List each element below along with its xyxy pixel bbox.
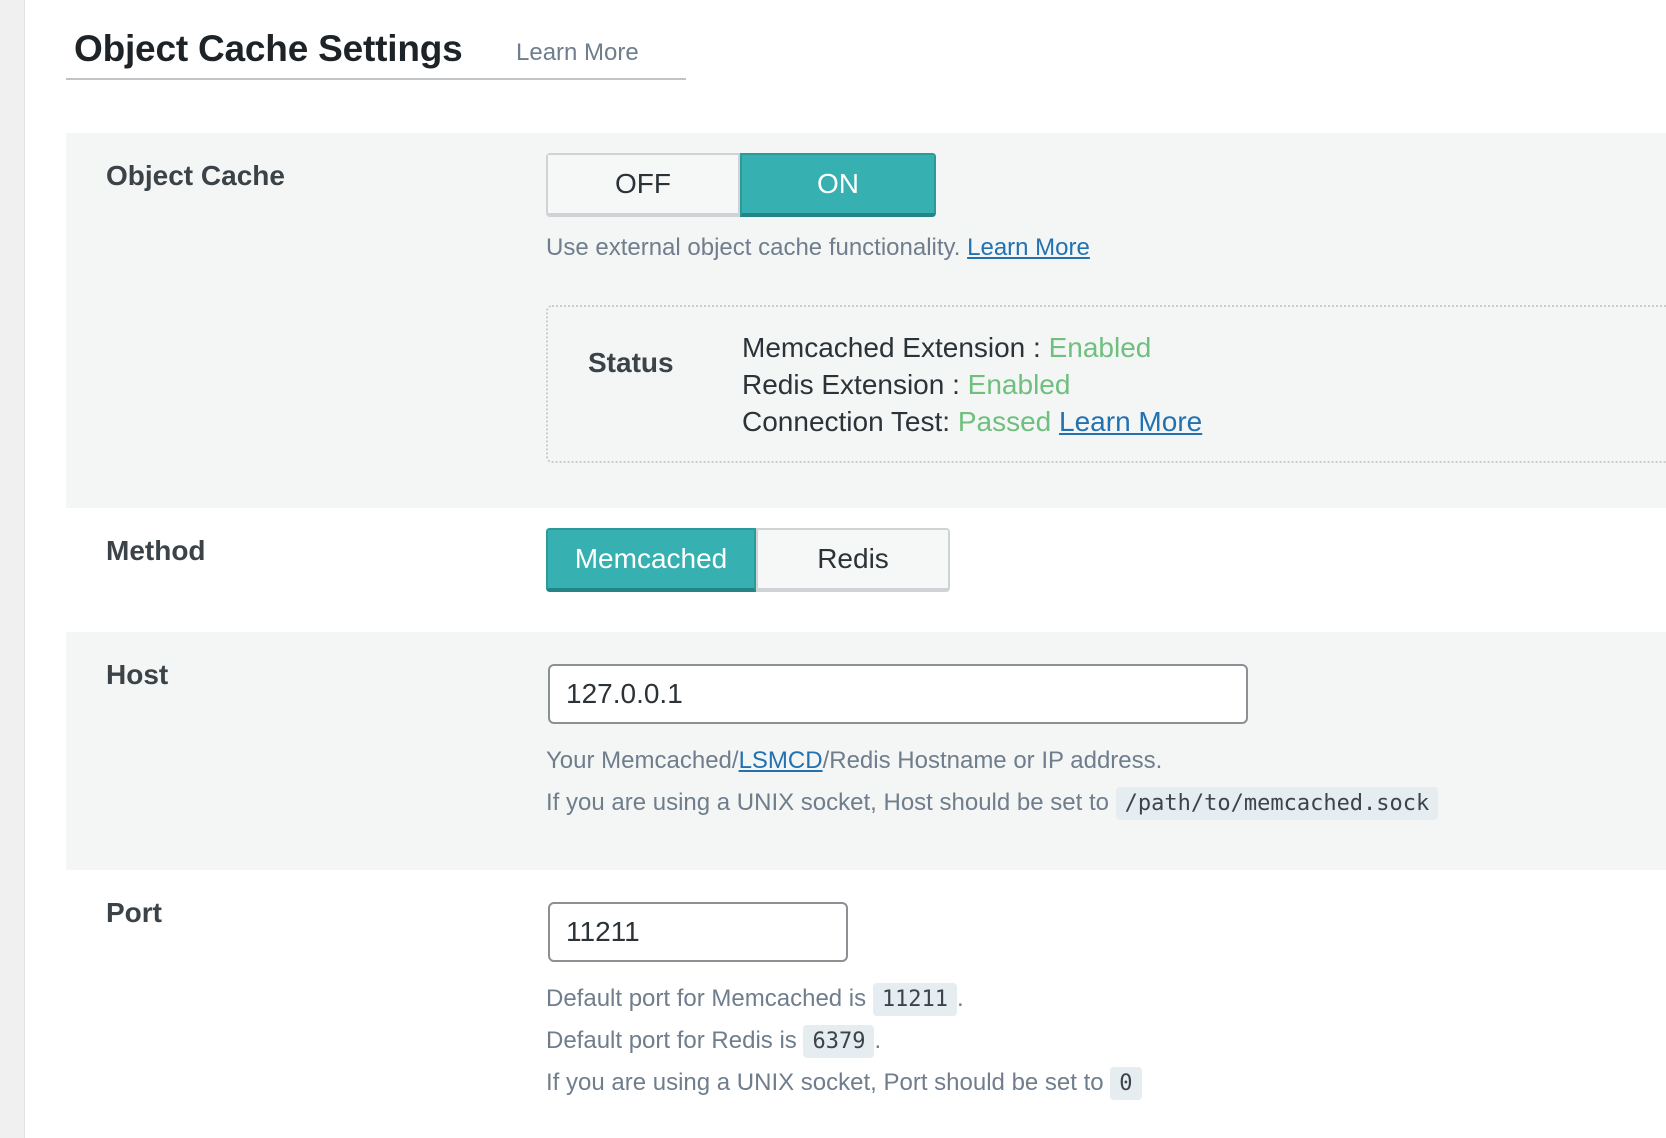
port-description-line1: Default port for Memcached is 11211. (546, 983, 964, 1016)
object-cache-off-button[interactable]: OFF (546, 153, 740, 217)
connection-test-learn-more-link[interactable]: Learn More (1059, 406, 1202, 437)
memcached-extension-status: Memcached Extension : Enabled (742, 329, 1202, 366)
host-row: Host Your Memcached/LSMCD/Redis Hostname… (66, 632, 1666, 870)
port-redis-desc: Default port for Redis is (546, 1027, 797, 1054)
object-cache-description: Use external object cache functionality.… (546, 233, 1090, 263)
method-row: Method Memcached Redis (66, 508, 1666, 632)
status-lines: Memcached Extension : Enabled Redis Exte… (742, 329, 1202, 440)
memcached-extension-label: Memcached Extension : (742, 332, 1041, 363)
lsmcd-link[interactable]: LSMCD (739, 747, 823, 774)
memcached-extension-value: Enabled (1048, 332, 1152, 363)
port-description-line2: Default port for Redis is 6379. (546, 1025, 882, 1058)
host-socket-desc: If you are using a UNIX socket, Host sho… (546, 789, 1109, 816)
host-label: Host (106, 659, 169, 690)
host-desc-suffix: /Redis Hostname or IP address. (822, 747, 1163, 774)
port-memcached-desc: Default port for Memcached is (546, 985, 867, 1012)
port-description-line3: If you are using a UNIX socket, Port sho… (546, 1067, 1142, 1100)
status-panel: Status Memcached Extension : Enabled Red… (546, 305, 1666, 463)
port-label: Port (106, 897, 162, 928)
object-cache-description-text: Use external object cache functionality. (546, 234, 961, 261)
object-cache-toggle: OFF ON (546, 153, 936, 217)
page-heading: Object Cache Settings Learn More (66, 26, 686, 80)
connection-test-value: Passed (957, 406, 1052, 437)
port-socket-code: 0 (1110, 1067, 1142, 1100)
settings-page: Object Cache Settings Learn More Object … (0, 0, 1666, 1138)
status-label: Status (588, 347, 674, 378)
settings-content: Object Cache Settings Learn More Object … (66, 0, 1666, 1138)
port-period-1: . (957, 985, 964, 1012)
host-socket-path-code: /path/to/memcached.sock (1115, 787, 1439, 820)
host-description-line2: If you are using a UNIX socket, Host sho… (546, 787, 1439, 820)
port-memcached-code: 11211 (872, 983, 958, 1016)
object-cache-label: Object Cache (106, 160, 285, 191)
redis-extension-value: Enabled (967, 369, 1071, 400)
method-label: Method (106, 535, 206, 566)
host-desc-prefix: Your Memcached/ (546, 747, 739, 774)
object-cache-row: Object Cache OFF ON Use external object … (66, 133, 1666, 508)
admin-sidebar-edge (0, 0, 25, 1138)
port-period-2: . (874, 1027, 882, 1054)
host-description-line1: Your Memcached/LSMCD/Redis Hostname or I… (546, 746, 1162, 776)
redis-extension-status: Redis Extension : Enabled (742, 366, 1202, 403)
port-row: Port Default port for Memcached is 11211… (66, 870, 1666, 1138)
method-toggle: Memcached Redis (546, 528, 950, 592)
port-input[interactable] (548, 902, 848, 962)
connection-test-label: Connection Test: (742, 406, 951, 437)
object-cache-on-button[interactable]: ON (740, 153, 936, 217)
connection-test-status: Connection Test: Passed Learn More (742, 403, 1202, 440)
port-socket-desc: If you are using a UNIX socket, Port sho… (546, 1069, 1104, 1096)
page-title: Object Cache Settings (74, 28, 463, 69)
method-redis-button[interactable]: Redis (756, 528, 950, 592)
title-learn-more-link[interactable]: Learn More (516, 38, 639, 68)
host-input[interactable] (548, 664, 1248, 724)
port-redis-code: 6379 (803, 1025, 875, 1058)
method-memcached-button[interactable]: Memcached (546, 528, 756, 592)
redis-extension-label: Redis Extension : (742, 369, 960, 400)
object-cache-learn-more-link[interactable]: Learn More (967, 234, 1090, 261)
